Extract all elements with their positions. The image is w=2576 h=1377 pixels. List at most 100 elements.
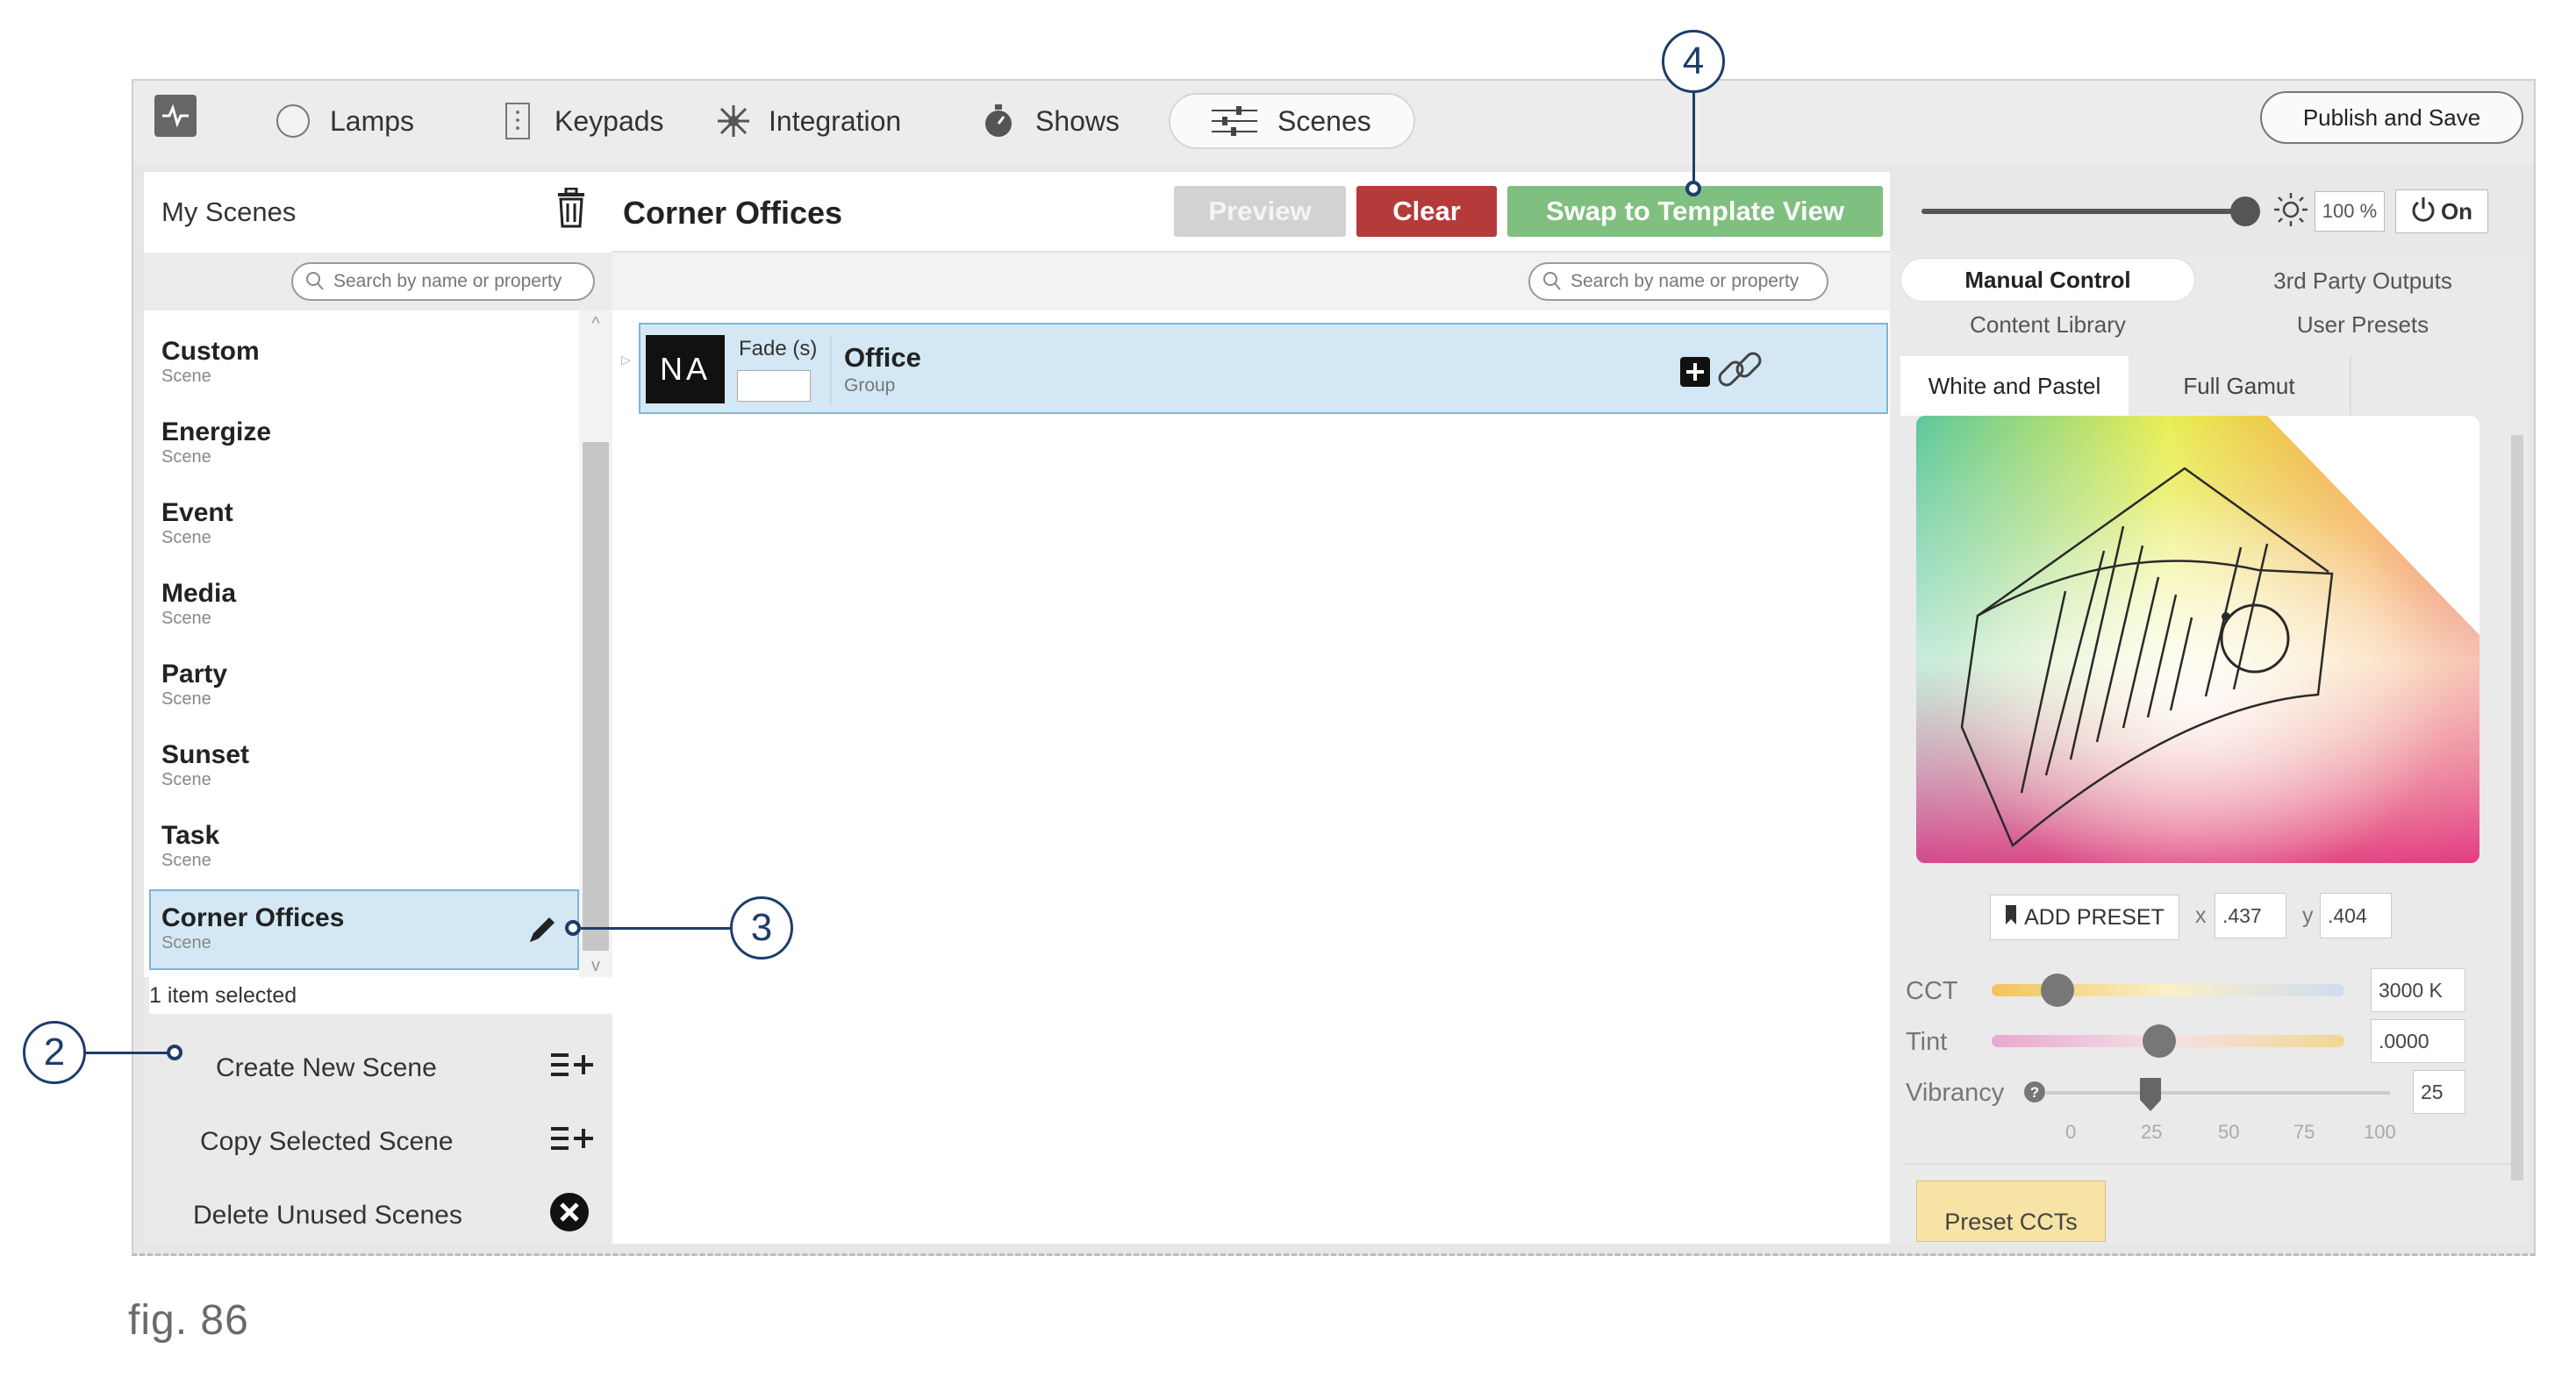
- scene-type: Scene: [161, 933, 211, 952]
- vibrancy-slider[interactable]: [2046, 1091, 2390, 1095]
- tab-3rd-party-outputs[interactable]: 3rd Party Outputs: [2209, 261, 2516, 300]
- right-panel-scrollbar[interactable]: [2511, 435, 2523, 1181]
- copy-selected-scene-label: Copy Selected Scene: [200, 1127, 454, 1156]
- vibrancy-slider-knob[interactable]: [2139, 1077, 2162, 1112]
- bookmark-icon: [2005, 904, 2017, 931]
- callout-3-dot: [565, 920, 581, 936]
- vibrancy-value-field[interactable]: 25: [2413, 1070, 2465, 1114]
- nav-lamps-label: Lamps: [330, 104, 415, 137]
- copy-selected-scene-button[interactable]: Copy Selected Scene: [144, 1105, 612, 1179]
- link-icon[interactable]: [1713, 344, 1767, 403]
- tint-slider-knob[interactable]: [2143, 1024, 2176, 1058]
- nav-keypads[interactable]: Keypads: [498, 93, 664, 149]
- scene-list: Custom Scene Energize Scene Event Scene …: [144, 310, 579, 977]
- scene-item-sunset[interactable]: Sunset Scene: [144, 714, 579, 795]
- scene-name: Custom: [161, 337, 260, 366]
- scene-item-custom[interactable]: Custom Scene: [144, 310, 579, 391]
- tint-value-field[interactable]: .0000: [2371, 1019, 2465, 1063]
- scene-item-task[interactable]: Task Scene: [144, 795, 579, 875]
- search-icon: [1542, 271, 1562, 297]
- selection-count: 1 item selected: [149, 977, 612, 1014]
- tint-label: Tint: [1906, 1028, 1948, 1056]
- scenes-search-placeholder: Search by name or property: [333, 271, 562, 291]
- nav-scenes-label: Scenes: [1277, 104, 1371, 137]
- nav-integration[interactable]: Integration: [712, 93, 901, 149]
- scene-type: Scene: [161, 851, 211, 870]
- nav-lamps[interactable]: Lamps: [274, 93, 414, 149]
- x-value-field[interactable]: .437: [2215, 893, 2286, 938]
- preset-ccts-button[interactable]: Preset CCTs: [1916, 1181, 2106, 1242]
- callout-2-dot: [167, 1045, 182, 1060]
- brightness-slider-knob[interactable]: [2230, 196, 2260, 226]
- nav-scenes[interactable]: Scenes: [1169, 93, 1415, 149]
- power-toggle-button[interactable]: On: [2395, 189, 2488, 233]
- expand-arrow-icon[interactable]: ▷: [621, 353, 631, 367]
- scenes-panel-title: My Scenes: [161, 196, 297, 227]
- pencil-edit-icon[interactable]: [526, 914, 558, 950]
- callout-2-line: [86, 1052, 174, 1054]
- nav-shows[interactable]: Shows: [979, 93, 1120, 149]
- scene-item-corner-offices[interactable]: Corner Offices Scene: [149, 889, 579, 970]
- tab-full-gamut[interactable]: Full Gamut: [2129, 356, 2351, 416]
- color-gamut-picker[interactable]: [1916, 416, 2479, 863]
- trash-icon[interactable]: [555, 187, 588, 235]
- scrollbar-thumb[interactable]: [583, 442, 609, 951]
- figure-caption: fig. 86: [128, 1297, 249, 1344]
- app-window: Lamps Keypads Integration Shows Scenes P…: [132, 79, 2536, 1256]
- publish-and-save-button[interactable]: Publish and Save: [2260, 91, 2523, 144]
- top-navigation: Lamps Keypads Integration Shows Scenes P…: [133, 81, 2534, 165]
- clear-button[interactable]: Clear: [1356, 186, 1497, 237]
- fade-label: Fade (s): [739, 337, 818, 360]
- vibrancy-tick: 0: [2065, 1121, 2077, 1143]
- scene-name: Task: [161, 821, 220, 850]
- cct-value-field[interactable]: 3000 K: [2371, 968, 2465, 1012]
- vibrancy-label: Vibrancy: [1906, 1079, 2005, 1107]
- tab-white-and-pastel[interactable]: White and Pastel: [1900, 356, 2129, 416]
- group-row-office[interactable]: NA Fade (s) Office Group: [639, 323, 1888, 414]
- scene-editor-panel: Corner Offices Preview Clear Swap to Tem…: [612, 172, 1890, 1244]
- plus-square-icon[interactable]: [1679, 356, 1711, 392]
- callout-2: 2: [23, 1021, 86, 1084]
- scene-name: Corner Offices: [161, 903, 345, 932]
- create-new-scene-button[interactable]: Create New Scene: [144, 1031, 612, 1105]
- nav-keypads-label: Keypads: [555, 104, 664, 137]
- scene-item-energize[interactable]: Energize Scene: [144, 391, 579, 472]
- group-search-input[interactable]: Search by name or property: [1528, 262, 1828, 301]
- fade-input[interactable]: [737, 370, 811, 402]
- pulse-icon[interactable]: [154, 95, 197, 137]
- delete-unused-scenes-button[interactable]: Delete Unused Scenes: [144, 1179, 612, 1252]
- add-preset-button[interactable]: ADD PRESET: [1990, 895, 2179, 940]
- scene-type: Scene: [161, 689, 211, 709]
- scene-item-media[interactable]: Media Scene: [144, 553, 579, 633]
- cct-label: CCT: [1906, 977, 1958, 1005]
- scroll-down-icon[interactable]: v: [586, 956, 605, 975]
- callout-4-line: [1692, 93, 1695, 188]
- brightness-slider[interactable]: [1921, 209, 2246, 214]
- vibrancy-tick: 25: [2141, 1121, 2163, 1143]
- list-add-icon: [549, 1124, 595, 1160]
- callout-3-line: [581, 927, 730, 930]
- scenes-panel-header: My Scenes: [144, 172, 612, 253]
- tab-manual-control[interactable]: Manual Control: [1900, 258, 2195, 302]
- scene-item-party[interactable]: Party Scene: [144, 633, 579, 714]
- scene-item-event[interactable]: Event Scene: [144, 472, 579, 553]
- y-value-field[interactable]: .404: [2320, 893, 2392, 938]
- scene-type: Scene: [161, 367, 211, 386]
- tab-user-presets[interactable]: User Presets: [2209, 305, 2516, 344]
- scene-name: Energize: [161, 417, 272, 446]
- preview-button[interactable]: Preview: [1174, 186, 1346, 237]
- search-icon: [305, 271, 325, 297]
- keypad-icon: [498, 102, 537, 140]
- vibrancy-tick: 50: [2218, 1121, 2240, 1143]
- tab-content-library[interactable]: Content Library: [1900, 305, 2195, 344]
- help-question-icon[interactable]: ?: [2023, 1081, 2046, 1108]
- cct-slider-knob[interactable]: [2041, 974, 2074, 1007]
- scroll-up-icon[interactable]: ^: [586, 314, 605, 333]
- scenes-search-input[interactable]: Search by name or property: [291, 262, 595, 301]
- master-controls: 100 % On: [1890, 172, 2527, 251]
- scene-name: Media: [161, 579, 237, 608]
- scene-name: Party: [161, 660, 228, 688]
- scene-list-scrollbar[interactable]: ^ v: [579, 310, 612, 977]
- integration-icon: [712, 102, 751, 140]
- brightness-percent-field[interactable]: 100 %: [2315, 191, 2385, 232]
